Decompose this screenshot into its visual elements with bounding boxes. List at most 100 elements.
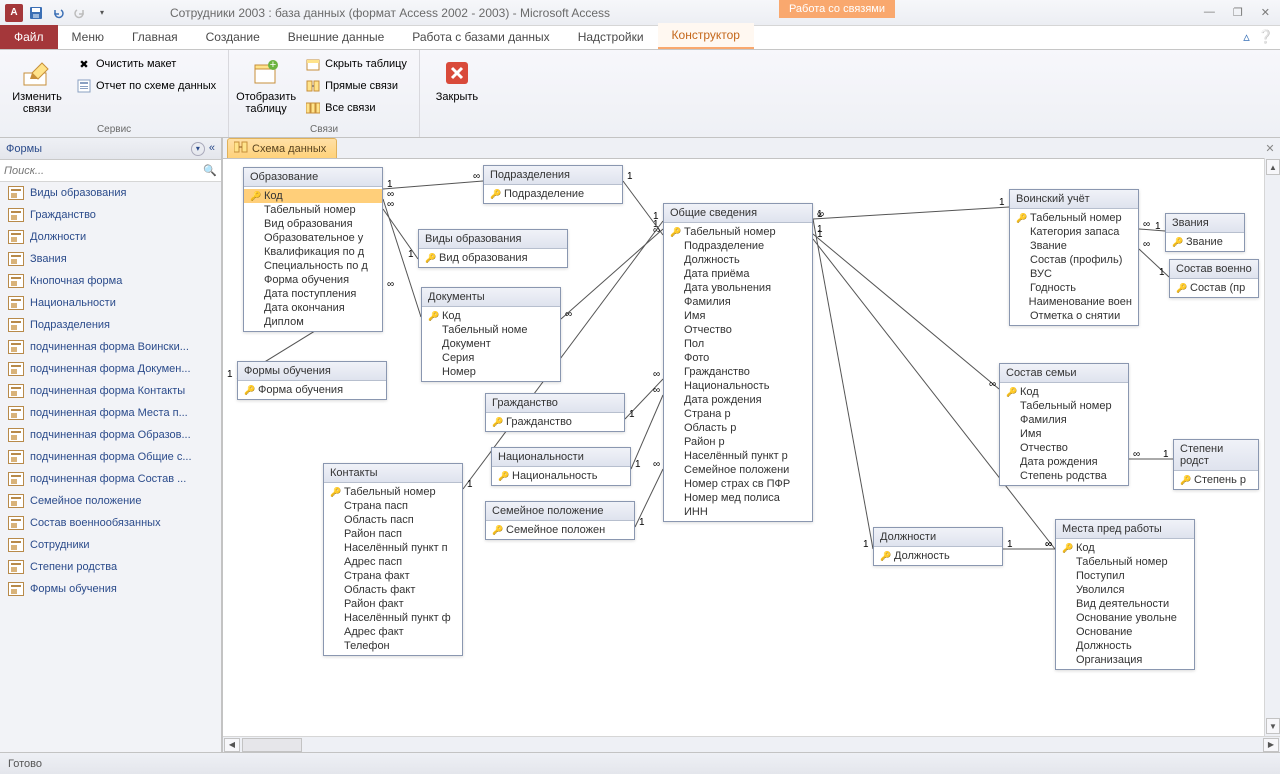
table-documents[interactable]: Документы🔑КодТабельный номеДокументСерия… (421, 287, 561, 382)
relationships-canvas[interactable]: 1∞∞1∞1∞∞11∞1∞1∞1∞11∞1111∞1∞∞1∞1∞11∞ Обра… (223, 158, 1264, 736)
table-field[interactable]: Отчество (664, 323, 812, 337)
table-title[interactable]: Контакты (324, 464, 462, 483)
table-field[interactable]: Область пасп (324, 513, 462, 527)
table-family[interactable]: Состав семьи🔑КодТабельный номерФамилияИм… (999, 363, 1129, 486)
table-prev_jobs[interactable]: Места пред работы🔑КодТабельный номерПост… (1055, 519, 1195, 670)
table-field[interactable]: Табельный номер (244, 203, 382, 217)
close-button[interactable]: ✕ (1257, 4, 1274, 21)
file-tab[interactable]: Файл (0, 25, 58, 49)
table-field[interactable]: 🔑Табельный номер (1010, 211, 1138, 225)
table-marital[interactable]: Семейное положение🔑Семейное положен (485, 501, 635, 540)
table-field[interactable]: Табельный номер (1056, 555, 1194, 569)
table-field[interactable]: Национальность (664, 379, 812, 393)
table-field[interactable]: ИНН (664, 505, 812, 519)
document-close-button[interactable]: ✕ (1262, 140, 1278, 156)
table-field[interactable]: Номер страх св ПФР (664, 477, 812, 491)
table-education[interactable]: Образование 🔑КодТабельный номерВид образо… (243, 167, 383, 332)
table-field[interactable]: Уволился (1056, 583, 1194, 597)
sidebar-item[interactable]: Национальности (0, 292, 221, 314)
table-title[interactable]: Звания (1166, 214, 1244, 233)
vertical-scrollbar[interactable]: ▲ ▼ (1264, 158, 1280, 736)
table-field[interactable]: Страна р (664, 407, 812, 421)
table-field[interactable]: 🔑Код (244, 189, 382, 203)
table-kinship[interactable]: Степени родст 🔑Степень р (1173, 439, 1259, 490)
show-table-button[interactable]: + Отобразить таблицу (237, 54, 295, 118)
search-icon[interactable]: 🔍 (203, 164, 217, 177)
table-field[interactable]: Телефон (324, 639, 462, 653)
scroll-up-icon[interactable]: ▲ (1266, 159, 1280, 175)
table-title[interactable]: Формы обучения (238, 362, 386, 381)
table-field[interactable]: Адрес пасп (324, 555, 462, 569)
tab-design[interactable]: Конструктор (658, 23, 754, 49)
table-field[interactable]: 🔑Состав (пр (1170, 281, 1258, 295)
table-title[interactable]: Образование (244, 168, 382, 187)
table-field[interactable]: Дата поступления (244, 287, 382, 301)
redo-icon[interactable] (70, 3, 90, 23)
table-field[interactable]: Район пасп (324, 527, 462, 541)
table-contacts[interactable]: Контакты🔑Табельный номерСтрана паспОблас… (323, 463, 463, 656)
close-design-button[interactable]: Закрыть (428, 54, 486, 106)
table-field[interactable]: 🔑Степень р (1174, 473, 1258, 487)
nav-collapse-icon[interactable]: « (209, 142, 215, 156)
table-field[interactable]: Отметка о снятии (1010, 309, 1138, 323)
table-field[interactable]: Дата окончания (244, 301, 382, 315)
table-nationality[interactable]: Национальности🔑Национальность (491, 447, 631, 486)
table-field[interactable]: Звание (1010, 239, 1138, 253)
sidebar-item[interactable]: Степени родства (0, 556, 221, 578)
table-field[interactable]: Вид образования (244, 217, 382, 231)
table-title[interactable]: Гражданство (486, 394, 624, 413)
table-field[interactable]: Должность (664, 253, 812, 267)
table-field[interactable]: Специальность по д (244, 259, 382, 273)
table-field[interactable]: Населённый пункт ф (324, 611, 462, 625)
table-field[interactable]: Образовательное у (244, 231, 382, 245)
undo-icon[interactable] (48, 3, 68, 23)
sidebar-item[interactable]: Формы обучения (0, 578, 221, 600)
sidebar-item[interactable]: Звания (0, 248, 221, 270)
table-field[interactable]: Диплом (244, 315, 382, 329)
table-field[interactable]: Гражданство (664, 365, 812, 379)
table-title[interactable]: Степени родст (1174, 440, 1258, 471)
table-field[interactable]: Область р (664, 421, 812, 435)
table-field[interactable]: Годность (1010, 281, 1138, 295)
qat-dropdown-icon[interactable]: ▾ (92, 3, 112, 23)
access-logo[interactable]: A (4, 3, 24, 23)
table-title[interactable]: Виды образования (419, 230, 567, 249)
table-field[interactable]: Наименование воен (1010, 295, 1138, 309)
search-input[interactable] (4, 165, 203, 177)
nav-dropdown-icon[interactable]: ▾ (191, 142, 205, 156)
sidebar-item[interactable]: Кнопочная форма (0, 270, 221, 292)
sidebar-item[interactable]: Сотрудники (0, 534, 221, 556)
table-field[interactable]: Имя (1000, 427, 1128, 441)
nav-list[interactable]: Виды образованияГражданствоДолжностиЗван… (0, 182, 221, 752)
table-field[interactable]: Страна факт (324, 569, 462, 583)
table-field[interactable]: Основание увольне (1056, 611, 1194, 625)
table-field[interactable]: Категория запаса (1010, 225, 1138, 239)
table-field[interactable]: Имя (664, 309, 812, 323)
sidebar-item[interactable]: Гражданство (0, 204, 221, 226)
table-military[interactable]: Воинский учёт🔑Табельный номерКатегория з… (1009, 189, 1139, 326)
table-field[interactable]: 🔑Звание (1166, 235, 1244, 249)
sidebar-item[interactable]: подчиненная форма Докумен... (0, 358, 221, 380)
table-field[interactable]: Семейное положени (664, 463, 812, 477)
table-field[interactable]: 🔑Форма обучения (238, 383, 386, 397)
table-field[interactable]: ВУС (1010, 267, 1138, 281)
table-title[interactable]: Подразделения (484, 166, 622, 185)
tab-create[interactable]: Создание (192, 25, 274, 49)
table-field[interactable]: 🔑Табельный номер (664, 225, 812, 239)
table-field[interactable]: Фото (664, 351, 812, 365)
table-field[interactable]: Дата рождения (664, 393, 812, 407)
table-title[interactable]: Национальности (492, 448, 630, 467)
table-field[interactable]: Дата увольнения (664, 281, 812, 295)
table-ranks[interactable]: Звания 🔑Звание (1165, 213, 1245, 252)
table-field[interactable]: Адрес факт (324, 625, 462, 639)
table-field[interactable]: 🔑Табельный номер (324, 485, 462, 499)
table-field[interactable]: Табельный номе (422, 323, 560, 337)
table-field[interactable]: Основание (1056, 625, 1194, 639)
table-field[interactable]: Дата рождения (1000, 455, 1128, 469)
table-title[interactable]: Документы (422, 288, 560, 307)
table-field[interactable]: 🔑Гражданство (486, 415, 624, 429)
table-field[interactable]: Поступил (1056, 569, 1194, 583)
table-field[interactable]: 🔑Должность (874, 549, 1002, 563)
table-field[interactable]: Фамилия (664, 295, 812, 309)
table-field[interactable]: Документ (422, 337, 560, 351)
